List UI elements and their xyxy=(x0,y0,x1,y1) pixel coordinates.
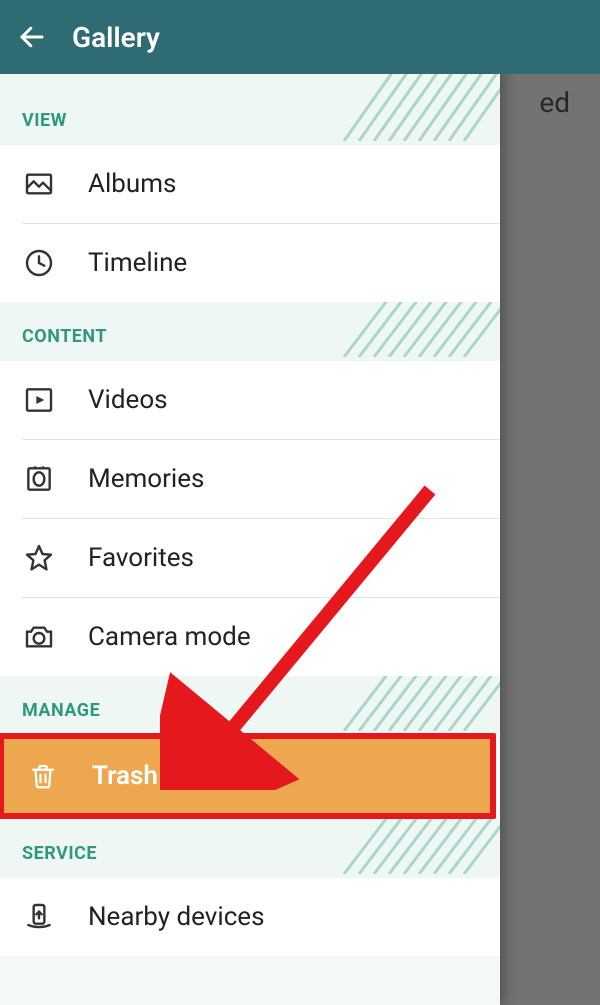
menu-item-timeline[interactable]: Timeline xyxy=(0,224,500,302)
clock-icon xyxy=(22,246,56,280)
section-header-view: VIEW xyxy=(0,74,500,145)
menu-item-favorites[interactable]: Favorites xyxy=(0,519,500,597)
section-header-content: CONTENT xyxy=(0,302,500,361)
menu-item-label: Timeline xyxy=(88,248,187,278)
menu-item-trash[interactable]: Trash xyxy=(4,739,490,813)
menu-item-label: Videos xyxy=(88,385,168,415)
arrow-left-icon xyxy=(17,22,47,52)
navigation-drawer: VIEW Albums Timeline CONTENT xyxy=(0,0,500,1005)
menu-item-label: Camera mode xyxy=(88,622,251,652)
image-icon xyxy=(22,167,56,201)
menu-item-label: Memories xyxy=(88,464,204,494)
section-label: CONTENT xyxy=(22,326,107,347)
menu-item-videos[interactable]: Videos xyxy=(0,361,500,439)
annotation-highlight-box: Trash xyxy=(0,733,496,819)
nearby-devices-icon xyxy=(22,900,56,934)
trash-icon xyxy=(26,759,60,793)
menu-item-albums[interactable]: Albums xyxy=(0,145,500,223)
menu-item-memories[interactable]: Memories xyxy=(0,440,500,518)
menu-item-label: Nearby devices xyxy=(88,902,265,932)
decorative-stripes-icon xyxy=(334,676,500,731)
camera-icon xyxy=(22,620,56,654)
menu-item-nearby-devices[interactable]: Nearby devices xyxy=(0,878,500,956)
decorative-stripes-icon xyxy=(334,819,500,874)
section-list-view: Albums Timeline xyxy=(0,145,500,302)
app-title: Gallery xyxy=(72,21,160,54)
section-label: VIEW xyxy=(22,110,67,131)
memories-icon xyxy=(22,462,56,496)
decorative-stripes-icon xyxy=(334,302,500,357)
menu-item-camera-mode[interactable]: Camera mode xyxy=(0,598,500,676)
menu-item-label: Albums xyxy=(88,169,176,199)
section-header-manage: MANAGE xyxy=(0,676,500,735)
modal-scrim[interactable] xyxy=(500,0,600,1005)
app-toolbar: Gallery xyxy=(0,0,600,74)
menu-item-label: Favorites xyxy=(88,543,194,573)
menu-item-label: Trash xyxy=(92,761,158,791)
section-list-content: Videos Memories Favorites Camera mode xyxy=(0,361,500,676)
play-icon xyxy=(22,383,56,417)
section-list-manage: Trash xyxy=(0,735,500,819)
section-label: SERVICE xyxy=(22,843,97,864)
back-button[interactable] xyxy=(14,19,50,55)
section-header-service: SERVICE xyxy=(0,819,500,878)
section-list-service: Nearby devices xyxy=(0,878,500,956)
section-label: MANAGE xyxy=(22,700,100,721)
star-icon xyxy=(22,541,56,575)
decorative-stripes-icon xyxy=(334,74,500,141)
